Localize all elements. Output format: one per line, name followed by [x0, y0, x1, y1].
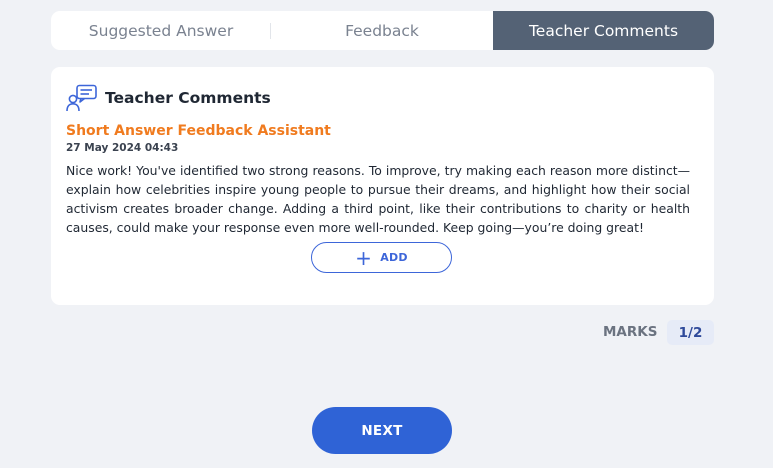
next-button[interactable]: NEXT [312, 407, 452, 454]
page: Suggested Answer Feedback Teacher Commen… [0, 0, 773, 468]
marks-label: MARKS [603, 324, 658, 340]
tab-label: Feedback [345, 21, 419, 40]
comment-timestamp: 27 May 2024 04:43 [66, 142, 179, 154]
tab-suggested-answer[interactable]: Suggested Answer [51, 11, 271, 50]
add-button[interactable]: + ADD [311, 242, 452, 273]
card-title: Teacher Comments [105, 89, 271, 107]
tab-bar: Suggested Answer Feedback Teacher Commen… [51, 11, 714, 50]
tab-label: Teacher Comments [528, 21, 679, 40]
tab-teacher-comments[interactable]: Teacher Comments [493, 11, 714, 50]
plus-icon: + [355, 245, 373, 270]
chat-user-icon [66, 84, 97, 112]
tab-label: Suggested Answer [88, 21, 234, 40]
add-button-label: ADD [380, 251, 408, 264]
marks-value: 1/2 [667, 320, 714, 345]
next-button-label: NEXT [361, 422, 403, 439]
teacher-comments-card: Teacher Comments Short Answer Feedback A… [51, 67, 714, 305]
comment-text: Nice work! You've identified two strong … [66, 163, 690, 235]
card-header: Teacher Comments [66, 84, 271, 112]
assistant-name: Short Answer Feedback Assistant [66, 123, 331, 139]
tab-feedback[interactable]: Feedback [271, 11, 493, 50]
